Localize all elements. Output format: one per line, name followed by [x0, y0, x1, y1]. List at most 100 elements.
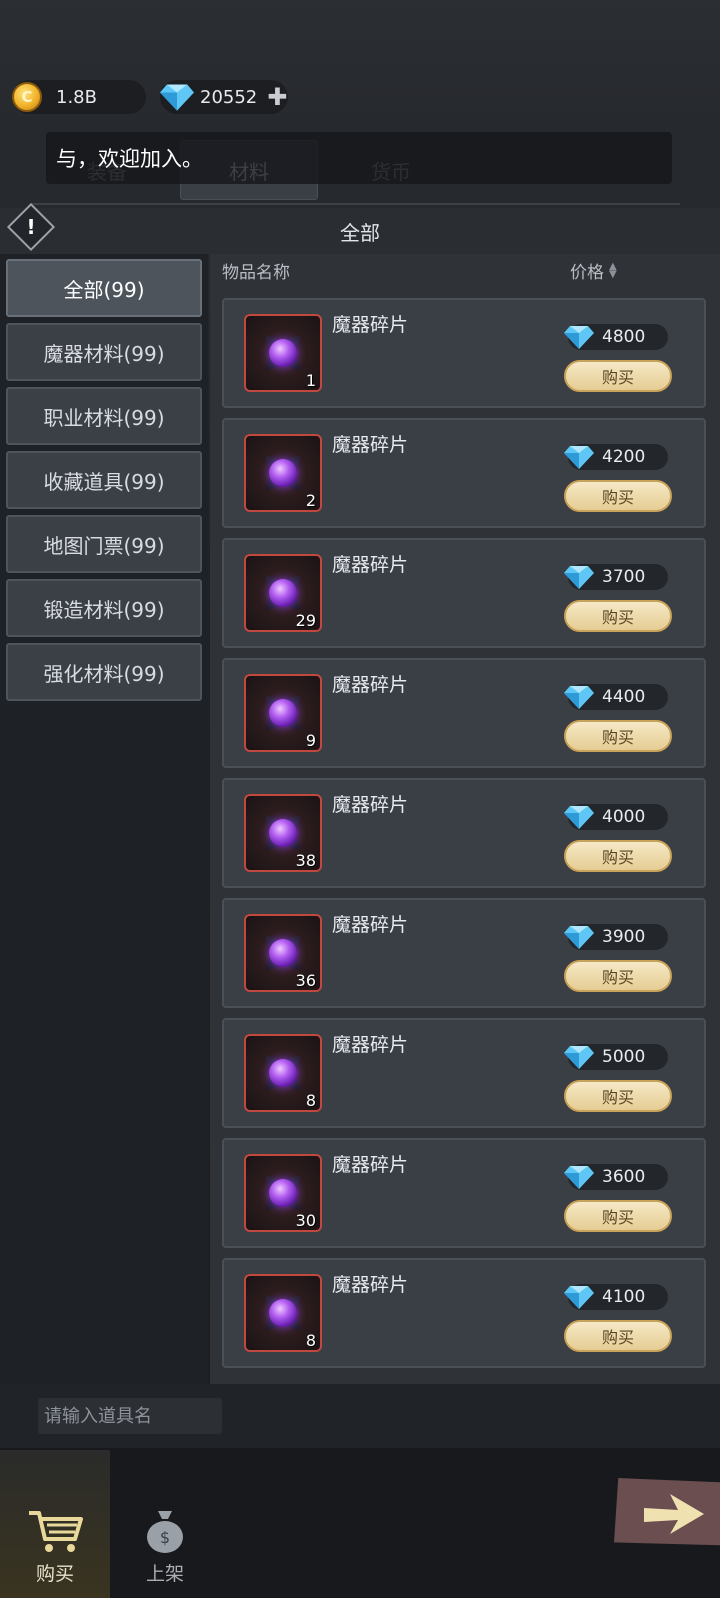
- buy-button[interactable]: 购买: [564, 1080, 672, 1112]
- price-pill: 3900: [564, 924, 668, 950]
- diamond-icon: [564, 806, 594, 829]
- item-name: 魔器碎片: [332, 794, 409, 816]
- gem-amount: 20552: [200, 86, 258, 108]
- diamond-icon: [564, 686, 594, 709]
- item-quantity: 2: [305, 491, 316, 510]
- price-header-label: 价格: [570, 263, 604, 283]
- top-bar: [0, 0, 720, 135]
- diamond-icon: [564, 1166, 594, 1189]
- buy-button[interactable]: 购买: [564, 360, 672, 392]
- item-row: 9 魔器碎片 4400 购买: [222, 658, 706, 768]
- item-price: 3900: [602, 927, 646, 947]
- item-name: 魔器碎片: [332, 1274, 409, 1296]
- item-name: 魔器碎片: [332, 914, 409, 936]
- item-row: 8 魔器碎片 4100 购买: [222, 1258, 706, 1368]
- sidebar-item-collectibles[interactable]: 收藏道具(99): [6, 451, 202, 509]
- diamond-icon: [564, 1046, 594, 1069]
- item-row: 29 魔器碎片 3700 购买: [222, 538, 706, 648]
- item-name: 魔器碎片: [332, 554, 409, 576]
- diamond-icon: [564, 926, 594, 949]
- buy-button[interactable]: 购买: [564, 960, 672, 992]
- price-column-header[interactable]: 价格 ▲ ▼: [570, 258, 617, 283]
- buy-button[interactable]: 购买: [564, 600, 672, 632]
- diamond-icon: [564, 326, 594, 349]
- buy-button[interactable]: 购买: [564, 720, 672, 752]
- purple-orb-icon: [269, 339, 297, 367]
- item-name: 魔器碎片: [332, 434, 409, 456]
- sidebar-item-all[interactable]: 全部(99): [6, 259, 202, 317]
- item-icon[interactable]: 8: [244, 1274, 322, 1352]
- price-pill: 3600: [564, 1164, 668, 1190]
- item-name: 魔器碎片: [332, 314, 409, 336]
- search-input[interactable]: [38, 1398, 222, 1434]
- item-quantity: 29: [295, 611, 316, 630]
- purple-orb-icon: [269, 819, 297, 847]
- sidebar-item-enhance-materials[interactable]: 强化材料(99): [6, 643, 202, 701]
- price-pill: 5000: [564, 1044, 668, 1070]
- item-quantity: 8: [305, 1091, 316, 1110]
- purple-orb-icon: [269, 699, 297, 727]
- item-quantity: 1: [305, 371, 316, 390]
- diamond-icon: [564, 446, 594, 469]
- item-icon[interactable]: 1: [244, 314, 322, 392]
- item-price: 4800: [602, 327, 646, 347]
- item-icon[interactable]: 8: [244, 1034, 322, 1112]
- item-price: 4400: [602, 687, 646, 707]
- buy-button[interactable]: 购买: [564, 1320, 672, 1352]
- exclamation-icon[interactable]: !: [14, 210, 48, 244]
- sidebar-item-class-materials[interactable]: 职业材料(99): [6, 387, 202, 445]
- item-icon[interactable]: 9: [244, 674, 322, 752]
- nav-buy[interactable]: 购买: [0, 1450, 110, 1598]
- gold-coin-icon: C: [12, 82, 42, 112]
- item-price: 5000: [602, 1047, 646, 1067]
- nav-sell[interactable]: $ 上架: [110, 1450, 220, 1598]
- diamond-icon: [564, 566, 594, 589]
- price-pill: 4400: [564, 684, 668, 710]
- buy-button[interactable]: 购买: [564, 480, 672, 512]
- buy-button[interactable]: 购买: [564, 840, 672, 872]
- price-pill: 4200: [564, 444, 668, 470]
- arrow-right-icon[interactable]: [640, 1488, 708, 1540]
- buy-button[interactable]: 购买: [564, 1200, 672, 1232]
- nav-sell-label: 上架: [145, 1563, 184, 1585]
- item-icon[interactable]: 38: [244, 794, 322, 872]
- tab-divider: [30, 203, 680, 205]
- diamond-icon: [160, 84, 194, 111]
- item-row: 36 魔器碎片 3900 购买: [222, 898, 706, 1008]
- price-pill: 4100: [564, 1284, 668, 1310]
- purple-orb-icon: [269, 1059, 297, 1087]
- item-name: 魔器碎片: [332, 674, 409, 696]
- item-icon[interactable]: 29: [244, 554, 322, 632]
- price-pill: 4000: [564, 804, 668, 830]
- item-price: 3600: [602, 1167, 646, 1187]
- item-quantity: 30: [295, 1211, 316, 1230]
- sidebar-item-map-tickets[interactable]: 地图门票(99): [6, 515, 202, 573]
- diamond-icon: [564, 1286, 594, 1309]
- cart-icon: [29, 1511, 83, 1552]
- sidebar-item-forging-materials[interactable]: 锻造材料(99): [6, 579, 202, 637]
- gold-amount: 1.8B: [56, 86, 97, 108]
- purple-orb-icon: [269, 579, 297, 607]
- item-price: 4000: [602, 807, 646, 827]
- item-icon[interactable]: 36: [244, 914, 322, 992]
- item-row: 38 魔器碎片 4000 购买: [222, 778, 706, 888]
- item-row: 1 魔器碎片 4800 购买: [222, 298, 706, 408]
- item-quantity: 9: [305, 731, 316, 750]
- item-icon[interactable]: 2: [244, 434, 322, 512]
- item-row: 8 魔器碎片 5000 购买: [222, 1018, 706, 1128]
- name-column-header: 物品名称: [222, 263, 290, 283]
- gold-display: C 1.8B: [12, 80, 146, 114]
- sidebar-item-artifact-materials[interactable]: 魔器材料(99): [6, 323, 202, 381]
- add-gems-icon[interactable]: ✚: [267, 83, 287, 111]
- price-pill: 3700: [564, 564, 668, 590]
- item-row: 2 魔器碎片 4200 购买: [222, 418, 706, 528]
- item-quantity: 38: [295, 851, 316, 870]
- item-name: 魔器碎片: [332, 1154, 409, 1176]
- item-icon[interactable]: 30: [244, 1154, 322, 1232]
- purple-orb-icon: [269, 939, 297, 967]
- item-price: 3700: [602, 567, 646, 587]
- item-price: 4200: [602, 447, 646, 467]
- sort-icon[interactable]: ▲ ▼: [609, 261, 617, 279]
- category-title: 全部: [0, 208, 720, 254]
- svg-text:$: $: [160, 1528, 170, 1547]
